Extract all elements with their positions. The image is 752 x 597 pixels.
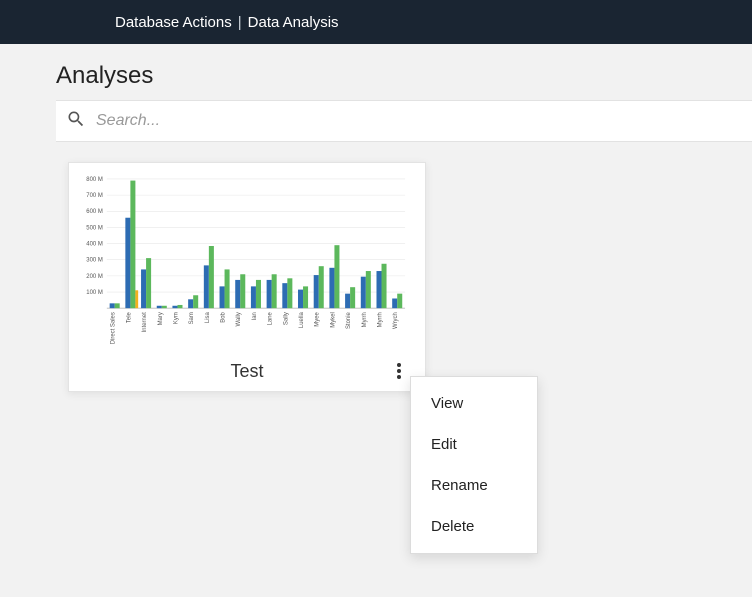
svg-text:Myrrh: Myrrh <box>378 312 384 327</box>
svg-text:Stonie: Stonie <box>346 311 352 329</box>
svg-text:Myee: Myee <box>315 311 321 326</box>
search-bar[interactable] <box>56 100 752 142</box>
svg-text:Wally: Wally <box>236 312 242 326</box>
analysis-card[interactable]: 800 M 700 M 600 M 500 M 400 M 300 M 200 M 100 M… <box>68 162 426 392</box>
svg-text:100 M: 100 M <box>86 290 103 296</box>
svg-text:Sam: Sam <box>189 312 195 324</box>
svg-text:800 M: 800 M <box>86 177 103 183</box>
svg-text:Kym: Kym <box>173 312 179 324</box>
search-input[interactable] <box>96 112 752 130</box>
search-icon <box>66 109 86 134</box>
menu-item-view[interactable]: View <box>411 383 537 424</box>
svg-text:Wrych: Wrych <box>393 312 399 329</box>
svg-text:Myrrh: Myrrh <box>362 312 368 327</box>
kebab-icon <box>397 363 401 379</box>
svg-text:600 M: 600 M <box>86 209 103 215</box>
svg-text:Direct Sales: Direct Sales <box>111 312 117 344</box>
svg-text:200 M: 200 M <box>86 274 103 280</box>
svg-text:Sally: Sally <box>283 312 289 325</box>
topbar: Database Actions | Data Analysis <box>0 0 752 44</box>
chart-svg: 800 M 700 M 600 M 500 M 400 M 300 M 200 M 100 M… <box>79 173 415 352</box>
card-title: Test <box>230 361 263 382</box>
svg-text:Luella: Luella <box>299 311 305 328</box>
page-title: Analyses <box>0 44 752 100</box>
svg-text:400 M: 400 M <box>86 242 103 248</box>
topbar-divider: | <box>238 14 242 31</box>
svg-text:Ian: Ian <box>252 312 258 320</box>
svg-text:300 M: 300 M <box>86 258 103 264</box>
card-footer: Test <box>69 352 425 391</box>
card-menu-button[interactable] <box>387 359 411 383</box>
cards-area: 800 M 700 M 600 M 500 M 400 M 300 M 200 M 100 M… <box>0 142 752 392</box>
menu-item-delete[interactable]: Delete <box>411 506 537 547</box>
menu-item-edit[interactable]: Edit <box>411 424 537 465</box>
chart-thumbnail: 800 M 700 M 600 M 500 M 400 M 300 M 200 M 100 M… <box>69 163 425 352</box>
svg-text:700 M: 700 M <box>86 193 103 199</box>
svg-text:Mary: Mary <box>158 312 164 325</box>
card-context-menu: View Edit Rename Delete <box>410 376 538 554</box>
svg-text:Internet: Internet <box>142 312 148 333</box>
svg-text:Lane: Lane <box>268 311 274 325</box>
svg-text:Mykel: Mykel <box>330 312 336 328</box>
topbar-primary: Database Actions <box>115 14 232 31</box>
topbar-secondary: Data Analysis <box>248 14 339 31</box>
svg-text:Lisa: Lisa <box>205 311 211 323</box>
svg-text:Tele: Tele <box>126 311 132 323</box>
menu-item-rename[interactable]: Rename <box>411 465 537 506</box>
svg-text:500 M: 500 M <box>86 225 103 231</box>
svg-text:Bob: Bob <box>221 311 227 322</box>
